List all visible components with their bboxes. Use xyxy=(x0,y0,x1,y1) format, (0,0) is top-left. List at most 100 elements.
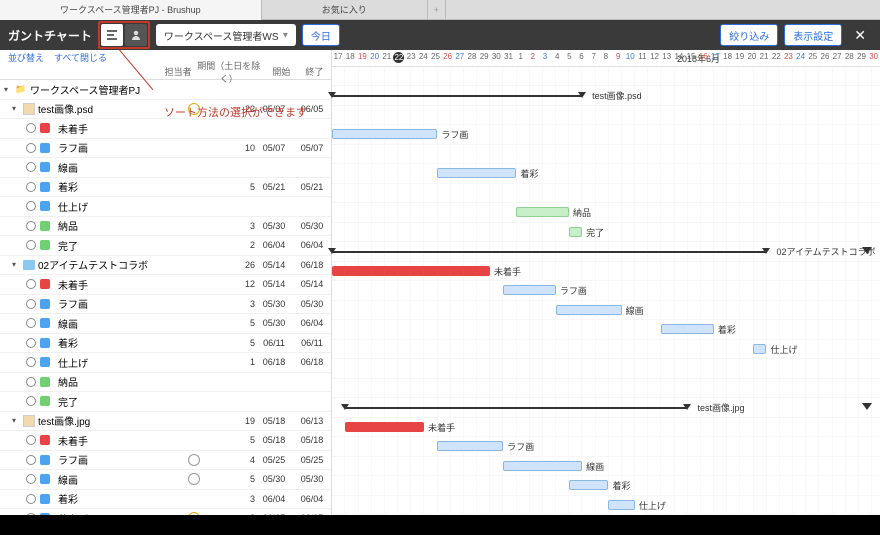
task-row[interactable]: 線画 xyxy=(0,158,331,178)
caret-icon[interactable]: ▾ xyxy=(4,85,14,94)
sort-by-person-icon[interactable] xyxy=(125,24,147,46)
bar-label: 完了 xyxy=(586,226,604,239)
collapse-all-link[interactable]: すべて閉じる xyxy=(54,51,107,64)
gantt-chart[interactable]: test画像.psdラフ画着彩納品完了02アイテムテストコラボ未着手ラフ画線画着… xyxy=(332,67,880,516)
task-row[interactable]: 未着手 xyxy=(0,119,331,139)
expand-icon[interactable] xyxy=(862,247,872,254)
caret-icon[interactable]: ▾ xyxy=(12,416,22,425)
chart-row xyxy=(332,106,880,126)
summary-bar[interactable] xyxy=(345,407,687,409)
tab-favorite[interactable]: お気に入り xyxy=(262,0,428,20)
gantt-bar[interactable] xyxy=(503,461,582,471)
status-color-icon xyxy=(40,221,50,231)
status-circle-icon[interactable] xyxy=(26,201,36,211)
gantt-bar[interactable] xyxy=(332,129,437,139)
status-circle-icon[interactable] xyxy=(26,162,36,172)
close-icon[interactable]: ✕ xyxy=(848,27,872,44)
task-row[interactable]: 仕上げ xyxy=(0,197,331,217)
gantt-bar[interactable] xyxy=(437,168,516,178)
filter-button[interactable]: 絞り込み xyxy=(720,24,778,46)
status-circle-icon[interactable] xyxy=(26,318,36,328)
day-cell: 26 xyxy=(819,52,831,66)
day-cell: 11 xyxy=(636,52,648,66)
gantt-bar[interactable] xyxy=(569,227,582,237)
task-row[interactable]: ▾📁ワークスペース管理者PJ xyxy=(0,80,331,100)
task-row[interactable]: 仕上げ106/1806/18 xyxy=(0,353,331,373)
task-row[interactable]: 納品305/3005/30 xyxy=(0,217,331,237)
sort-by-item-icon[interactable] xyxy=(101,24,123,46)
task-row[interactable]: 着彩506/1106/11 xyxy=(0,334,331,354)
day-cell: 6 xyxy=(575,52,587,66)
status-circle-icon[interactable] xyxy=(26,338,36,348)
chart-row: 着彩 xyxy=(332,164,880,184)
gantt-bar[interactable] xyxy=(753,344,766,354)
col-end: 終了 xyxy=(298,65,331,78)
status-circle-icon[interactable] xyxy=(26,240,36,250)
status-circle-icon[interactable] xyxy=(26,474,36,484)
task-row[interactable]: ラフ画305/3005/30 xyxy=(0,295,331,315)
status-circle-icon[interactable] xyxy=(26,377,36,387)
task-row[interactable]: 未着手505/1805/18 xyxy=(0,431,331,451)
task-row[interactable]: ラフ画1005/0705/07 xyxy=(0,139,331,159)
status-color-icon xyxy=(40,123,50,133)
expand-icon[interactable] xyxy=(862,403,872,410)
status-circle-icon[interactable] xyxy=(26,435,36,445)
task-row[interactable]: 線画505/3006/04 xyxy=(0,314,331,334)
bar-label: ラフ画 xyxy=(507,440,534,453)
workspace-select[interactable]: ワークスペース管理者WS ▾ xyxy=(156,24,296,46)
gantt-bar[interactable] xyxy=(503,285,556,295)
gantt-bar[interactable] xyxy=(556,305,622,315)
day-cell: 24 xyxy=(417,52,429,66)
bar-label: ラフ画 xyxy=(560,284,587,297)
status-circle-icon[interactable] xyxy=(26,123,36,133)
day-cell: 14 xyxy=(673,52,685,66)
task-row[interactable]: ▾test画像.jpg1905/1806/13 xyxy=(0,412,331,432)
status-color-icon xyxy=(40,338,50,348)
status-circle-icon[interactable] xyxy=(26,494,36,504)
display-settings-button[interactable]: 表示設定 xyxy=(784,24,842,46)
status-circle-icon[interactable] xyxy=(26,221,36,231)
task-row[interactable]: 完了206/0406/04 xyxy=(0,236,331,256)
task-row[interactable]: 着彩505/2105/21 xyxy=(0,178,331,198)
task-row[interactable]: 未着手1205/1405/14 xyxy=(0,275,331,295)
caret-icon[interactable]: ▾ xyxy=(12,104,22,113)
task-row[interactable]: 完了 xyxy=(0,392,331,412)
summary-bar[interactable] xyxy=(332,251,766,253)
today-button[interactable]: 今日 xyxy=(302,24,340,46)
task-row[interactable]: 線画505/3005/30 xyxy=(0,470,331,490)
gantt-bar[interactable] xyxy=(332,266,490,276)
task-row[interactable]: ラフ画405/2505/25 xyxy=(0,451,331,471)
status-circle-icon[interactable] xyxy=(26,143,36,153)
status-color-icon xyxy=(40,299,50,309)
task-row[interactable]: ▾02アイテムテストコラボ2605/1406/18 xyxy=(0,256,331,276)
status-circle-icon[interactable] xyxy=(26,279,36,289)
gantt-bar[interactable] xyxy=(437,441,503,451)
gantt-bar[interactable] xyxy=(345,422,424,432)
status-circle-icon[interactable] xyxy=(26,182,36,192)
avatar[interactable] xyxy=(188,454,200,466)
gantt-bar[interactable] xyxy=(516,207,569,217)
day-cell: 29 xyxy=(855,52,867,66)
tab-add[interactable]: + xyxy=(428,0,446,20)
status-circle-icon[interactable] xyxy=(26,455,36,465)
day-cell: 17 xyxy=(332,52,344,66)
gantt-bar[interactable] xyxy=(569,480,608,490)
gantt-bar[interactable] xyxy=(608,500,634,510)
bar-label: test画像.jpg xyxy=(697,401,744,414)
status-circle-icon[interactable] xyxy=(26,396,36,406)
summary-bar[interactable] xyxy=(332,95,582,97)
day-cell: 27 xyxy=(454,52,466,66)
toolbar: ガントチャート ワークスペース管理者WS ▾ 今日 絞り込み 表示設定 ✕ xyxy=(0,20,880,50)
tab-workspace[interactable]: ワークスペース管理者PJ - Brushup xyxy=(0,0,262,20)
gantt-bar[interactable] xyxy=(661,324,714,334)
sort-link[interactable]: 並び替え xyxy=(8,51,44,64)
status-circle-icon[interactable] xyxy=(26,357,36,367)
day-cell: 30 xyxy=(490,52,502,66)
task-row[interactable]: 納品 xyxy=(0,373,331,393)
status-color-icon xyxy=(40,162,50,172)
caret-icon[interactable]: ▾ xyxy=(12,260,22,269)
task-row[interactable]: 着彩306/0406/04 xyxy=(0,490,331,510)
status-circle-icon[interactable] xyxy=(26,299,36,309)
avatar[interactable] xyxy=(188,473,200,485)
chart-row: 完了 xyxy=(332,223,880,243)
